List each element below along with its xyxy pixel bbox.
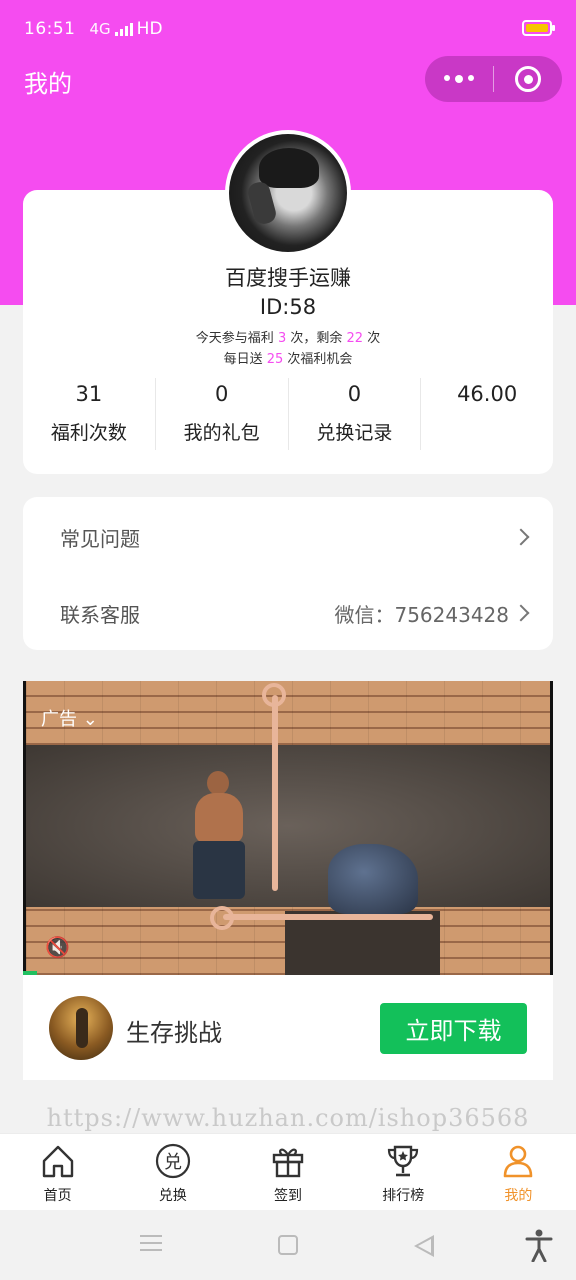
daily-gift-text: 每日送 25 次福利机会: [223, 352, 353, 367]
stat-welfare-count[interactable]: 31 福利次数: [23, 378, 156, 450]
tab-label: 我的: [504, 1188, 533, 1204]
network-type: 4G: [89, 20, 111, 38]
avatar[interactable]: [225, 130, 351, 256]
tab-home[interactable]: 首页: [0, 1134, 115, 1210]
tab-exchange[interactable]: 兑 兑换: [115, 1134, 230, 1210]
ad-monster: [328, 844, 418, 914]
more-dots-icon[interactable]: [425, 75, 493, 83]
stat-label: 兑换记录: [316, 422, 393, 444]
home-icon: [42, 1145, 73, 1178]
ad-video[interactable]: 广告 ⌄ 🔇: [23, 681, 553, 975]
app-logo: [49, 996, 113, 1060]
stat-exchange-records[interactable]: 0 兑换记录: [289, 378, 422, 450]
stat-value: 0: [347, 382, 362, 406]
remaining-count: 22: [346, 331, 364, 346]
accessibility-icon[interactable]: [524, 1228, 554, 1262]
battery-icon: [522, 20, 555, 36]
miniprogram-capsule: [425, 56, 562, 102]
menu-card: 常见问题 联系客服 微信：756243428: [23, 497, 553, 650]
download-button[interactable]: 立即下载: [380, 1003, 527, 1054]
mute-icon[interactable]: 🔇: [45, 935, 75, 959]
faq-row[interactable]: 常见问题: [60, 517, 530, 557]
daily-count: 25: [266, 352, 284, 367]
tab-checkin[interactable]: 签到: [230, 1134, 345, 1210]
tab-label: 兑换: [158, 1188, 187, 1204]
stat-value: 0: [214, 382, 229, 406]
ad-pin-vertical: [272, 695, 278, 891]
tab-label: 排行榜: [382, 1188, 425, 1204]
used-count: 3: [277, 331, 287, 346]
ad-pin-horizontal: [223, 914, 433, 920]
stat-my-gifts[interactable]: 0 我的礼包: [156, 378, 289, 450]
signal-bars-icon: [114, 22, 133, 36]
stats-row: 31 福利次数 0 我的礼包 0 兑换记录 46.00: [23, 378, 553, 450]
gift-icon: [272, 1148, 304, 1178]
today-usage-text: 今天参与福利 3 次，剩余 22 次: [195, 331, 381, 346]
status-time: 16:51: [24, 19, 76, 39]
stat-value: 46.00: [457, 382, 518, 406]
ad-pin-ring: [210, 906, 234, 930]
ad-info-bar: 生存挑战 立即下载: [23, 975, 553, 1080]
system-home-icon[interactable]: [278, 1235, 298, 1255]
app-name: 生存挑战: [126, 1019, 222, 1047]
tab-mine[interactable]: 我的: [461, 1134, 576, 1210]
ad-wall: [26, 745, 550, 907]
customer-service-row[interactable]: 联系客服 微信：756243428: [60, 593, 530, 633]
ad-character: [173, 771, 263, 901]
tab-ranking[interactable]: 排行榜: [346, 1134, 461, 1210]
hd-badge: HD: [136, 19, 163, 39]
system-nav-bar: [0, 1210, 576, 1280]
tab-label: 首页: [43, 1188, 72, 1204]
back-icon[interactable]: [414, 1235, 434, 1257]
stat-label: 福利次数: [50, 422, 127, 444]
user-id: ID:58: [259, 295, 317, 319]
menu-icon[interactable]: [140, 1235, 162, 1255]
page-title: 我的: [24, 70, 72, 98]
exchange-icon: 兑: [155, 1143, 190, 1179]
user-icon: [504, 1145, 533, 1178]
trophy-icon: [388, 1145, 419, 1177]
faq-label: 常见问题: [60, 526, 140, 551]
ad-tag[interactable]: 广告 ⌄: [41, 705, 98, 731]
chevron-right-icon: [512, 528, 530, 546]
target-icon[interactable]: [494, 66, 562, 92]
stat-value: 31: [75, 382, 103, 406]
stat-label: 我的礼包: [183, 422, 260, 444]
wechat-id: 微信：756243428: [334, 602, 509, 627]
tab-bar: 首页 兑 兑换 签到 排行榜 我的: [0, 1133, 576, 1210]
ad-brick-top: [26, 681, 550, 745]
user-name: 百度搜手运赚: [225, 266, 351, 290]
svg-text:兑: 兑: [164, 1152, 182, 1173]
watermark: https://www.huzhan.com/ishop36568: [46, 1104, 530, 1132]
signal-icon: 4G: [90, 20, 111, 38]
stat-balance[interactable]: 46.00: [421, 378, 553, 450]
customer-service-label: 联系客服: [60, 602, 140, 627]
status-bar: 16:51 4G HD: [24, 14, 555, 44]
ad-pin-ring: [262, 683, 286, 707]
ad-pit: [285, 911, 440, 975]
chevron-down-icon: ⌄: [82, 709, 98, 730]
tab-label: 签到: [274, 1188, 302, 1204]
chevron-right-icon: [512, 604, 530, 622]
